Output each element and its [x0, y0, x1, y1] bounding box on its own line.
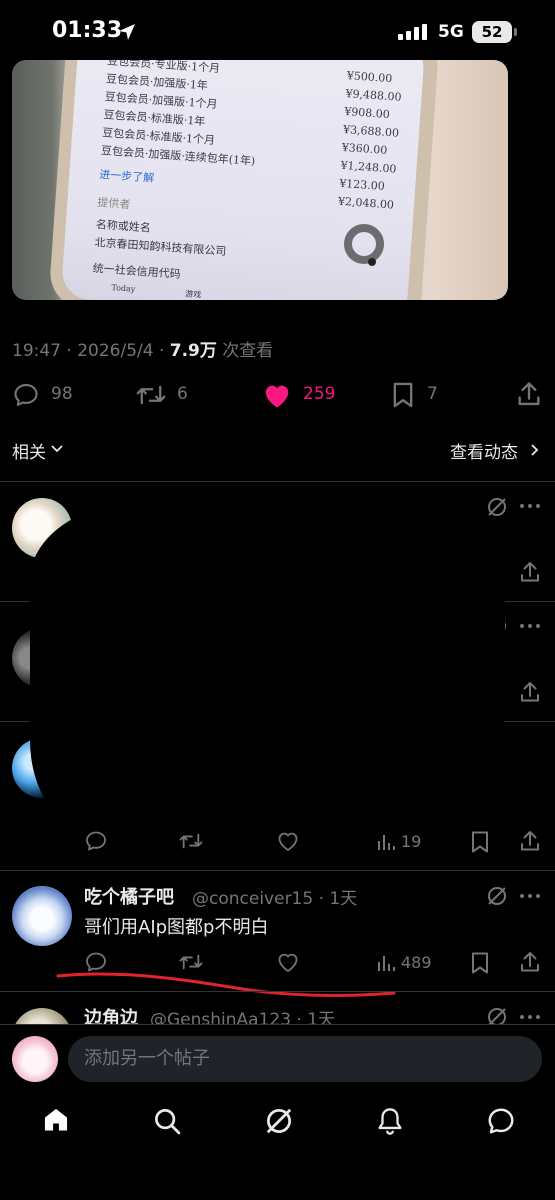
post-views: 7.9万 [169, 341, 217, 361]
activity-link-label: 查看动态 [450, 443, 518, 463]
reply-author-handle: @conceiver15 · 1天 [192, 889, 358, 909]
chevron-down-icon [50, 444, 64, 454]
share-icon[interactable] [515, 380, 543, 408]
photo-more-link: 进一步了解 [98, 168, 155, 185]
reply-icon[interactable] [12, 381, 40, 409]
location-arrow-icon [118, 23, 136, 41]
related-label: 相关 [12, 443, 46, 463]
bell-icon[interactable] [376, 1106, 404, 1136]
post-timestamp: 19:47 · 2026/5/4 · [12, 341, 170, 361]
loading-ring-icon [340, 220, 388, 268]
heart-icon[interactable] [262, 381, 292, 409]
repost-icon[interactable] [178, 830, 204, 852]
network-label: 5G [438, 22, 464, 42]
search-icon[interactable] [152, 1106, 182, 1136]
more-icon[interactable] [518, 618, 542, 634]
reply-author-name[interactable]: 吃个橘子吧 [84, 883, 174, 909]
grok-icon[interactable] [486, 496, 508, 518]
bookmark-icon[interactable] [469, 951, 491, 975]
photo-row-price: ¥1,248.00 [340, 158, 397, 176]
reply-views: 19 [401, 832, 422, 851]
photo-row-price: ¥2,048.00 [337, 194, 395, 212]
reply-count: 98 [51, 384, 73, 404]
photo-row-price: ¥360.00 [341, 140, 388, 157]
home-icon[interactable] [42, 1106, 70, 1134]
photo-row-price: ¥123.00 [338, 176, 386, 193]
photo-credit-code-label: 统一社会信用代码 [92, 261, 182, 281]
chat-icon[interactable] [486, 1106, 516, 1136]
photo-row-price: ¥500.00 [346, 69, 393, 86]
related-sort-button[interactable]: 相关 [12, 438, 46, 463]
photo-provider-heading: 提供者 [96, 195, 131, 212]
post-photo[interactable]: 豆包会员·专业版·1个月 ¥500.00 豆包会员·加强版·1年 ¥9,488.… [12, 60, 508, 300]
grok-icon[interactable] [486, 885, 508, 907]
more-icon[interactable] [518, 1009, 542, 1025]
bookmark-icon[interactable] [469, 830, 491, 854]
photo-company: 北京春田知韵科技有限公司 [94, 235, 227, 259]
user-avatar[interactable] [12, 1036, 58, 1082]
composer-input[interactable]: 添加另一个帖子 [68, 1036, 542, 1082]
grok-icon[interactable] [264, 1106, 294, 1136]
bookmark-icon[interactable] [390, 381, 416, 409]
share-icon[interactable] [518, 950, 542, 974]
share-icon[interactable] [518, 680, 542, 704]
views-icon[interactable] [376, 832, 396, 852]
divider [0, 481, 555, 482]
reply-text: 哥们用AIp图都p不明白 [84, 917, 269, 938]
photo-row-price: ¥3,688.00 [342, 122, 400, 140]
battery-cap [514, 28, 517, 36]
chevron-right-icon [530, 443, 540, 457]
battery-indicator: 52 [472, 21, 512, 43]
photo-row-label: 豆包会员·加强版·连续包年(1年) [100, 144, 256, 168]
bookmark-count: 7 [427, 384, 438, 404]
repost-icon[interactable] [136, 381, 166, 409]
reply-icon[interactable] [84, 829, 108, 853]
photo-tab-today: Today [111, 283, 136, 294]
post-views-suffix: 次查看 [216, 341, 274, 361]
repost-count: 6 [177, 384, 188, 404]
more-icon[interactable] [518, 888, 542, 904]
reply-views: 489 [401, 953, 432, 972]
share-icon[interactable] [518, 829, 542, 853]
share-icon[interactable] [518, 560, 542, 584]
status-time: 01:33 [52, 18, 123, 43]
photo-row-price: ¥908.00 [343, 104, 391, 122]
divider [0, 870, 555, 871]
photo-name-label: 名称或姓名 [95, 217, 152, 235]
view-activity-link[interactable]: 查看动态 [450, 438, 518, 463]
photo-tab-games: 游戏 [184, 289, 202, 300]
post-meta: 19:47 · 2026/5/4 · 7.9万 次查看 [12, 336, 273, 361]
redacted-area [30, 500, 505, 830]
photo-row-price: ¥9,488.00 [345, 86, 402, 104]
signal-icon [398, 24, 428, 40]
heart-icon[interactable] [276, 830, 300, 852]
more-icon[interactable] [518, 498, 542, 514]
red-underline-annotation [56, 966, 398, 1000]
reply-avatar[interactable] [12, 886, 72, 946]
like-count: 259 [303, 384, 336, 404]
divider [0, 991, 555, 992]
